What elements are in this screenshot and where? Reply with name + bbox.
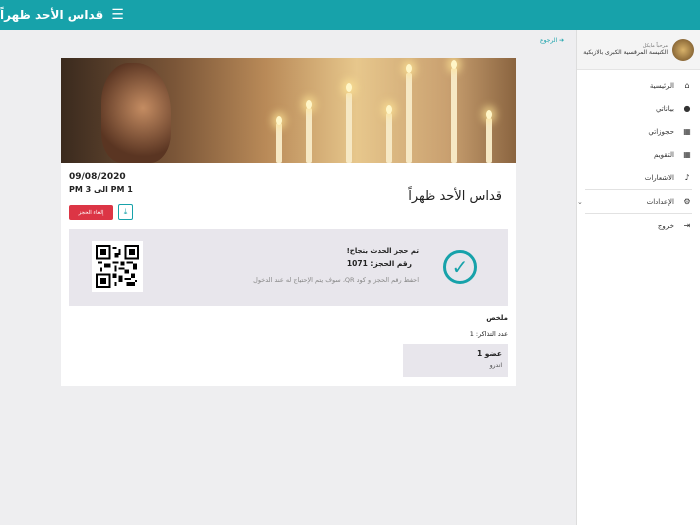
user-icon: ● <box>683 104 691 113</box>
ticket-count: عدد التذاكر: 1 <box>469 330 508 338</box>
sidebar-item-label: حجوزاتي <box>648 127 674 136</box>
sidebar-item-notifications[interactable]: ♪ الاشعارات <box>577 166 700 189</box>
sidebar: مرحباً مايكل الكنيسة المرقسية الكبرى بال… <box>576 30 700 525</box>
qr-code <box>92 241 143 292</box>
download-icon: ⤓ <box>123 207 128 216</box>
home-icon: ⌂ <box>684 81 690 90</box>
page-title: قداس الأحد ظهراً <box>0 8 104 22</box>
check-circle-icon: ✓ <box>443 250 477 284</box>
sidebar-item-settings[interactable]: ⚙ الإعدادات ⌄ <box>577 190 700 213</box>
sidebar-item-label: الإعدادات <box>646 197 674 206</box>
event-time: 1 PM الى 3 PM <box>69 185 133 194</box>
booking-number: رقم الحجز: 1071 <box>346 259 412 268</box>
sidebar-item-calendar[interactable]: ▦ التقويم <box>577 143 700 166</box>
sidebar-item-label: الاشعارات <box>644 173 674 182</box>
avatar <box>672 38 694 61</box>
top-bar: ☰ قداس الأحد ظهراً <box>0 0 700 30</box>
sidebar-item-profile[interactable]: ● بياناتي <box>577 97 700 120</box>
confirmation-panel: ✓ تم حجز الحدث بنجاح! رقم الحجز: 1071 اح… <box>69 229 508 306</box>
success-message: تم حجز الحدث بنجاح! <box>346 247 419 255</box>
member-label: عضو 1 <box>476 349 502 358</box>
event-image <box>61 58 516 163</box>
sign-out-icon: ⇥ <box>683 221 691 230</box>
arrow-right-icon: ➔ <box>559 37 565 44</box>
event-date: 09/08/2020 <box>69 172 126 182</box>
summary-heading: ملخص <box>486 314 508 322</box>
back-link[interactable]: ➔ الرجوع <box>540 37 564 44</box>
church-name: الكنيسة المرقسية الكبرى بالازبكية <box>583 49 668 56</box>
praying-person <box>101 63 171 163</box>
sidebar-item-logout[interactable]: ⇥ خروج <box>577 214 700 237</box>
sidebar-item-label: الرئيسية <box>649 81 674 90</box>
sidebar-item-label: التقويم <box>654 150 674 159</box>
member-card: عضو 1 اندرو <box>403 344 508 377</box>
bell-icon: ♪ <box>684 173 690 182</box>
sidebar-item-home[interactable]: ⌂ الرئيسية <box>577 74 700 97</box>
calendar-icon: ▦ <box>683 150 691 159</box>
profile: مرحباً مايكل الكنيسة المرقسية الكبرى بال… <box>577 30 700 70</box>
hamburger-icon[interactable]: ☰ <box>111 7 124 23</box>
member-name: اندرو <box>489 362 502 369</box>
sidebar-item-label: بياناتي <box>655 104 674 113</box>
back-label: الرجوع <box>540 37 558 44</box>
chevron-down-icon: ⌄ <box>577 197 583 206</box>
event-card: 09/08/2020 1 PM الى 3 PM قداس الأحد ظهرا… <box>61 58 516 386</box>
sidebar-item-label: خروج <box>657 221 674 230</box>
cancel-booking-button[interactable]: إلغاء الحجز <box>69 205 113 220</box>
save-note: احفظ رقم الحجز و كود QR، سوف يتم الإحتيا… <box>253 276 419 284</box>
event-title: قداس الأحد ظهراً <box>408 189 502 204</box>
sidebar-item-bookings[interactable]: ▦ حجوزاتي <box>577 120 700 143</box>
calendar-icon: ▦ <box>683 127 691 136</box>
gear-icon: ⚙ <box>683 197 691 206</box>
download-button[interactable]: ⤓ <box>118 204 133 220</box>
